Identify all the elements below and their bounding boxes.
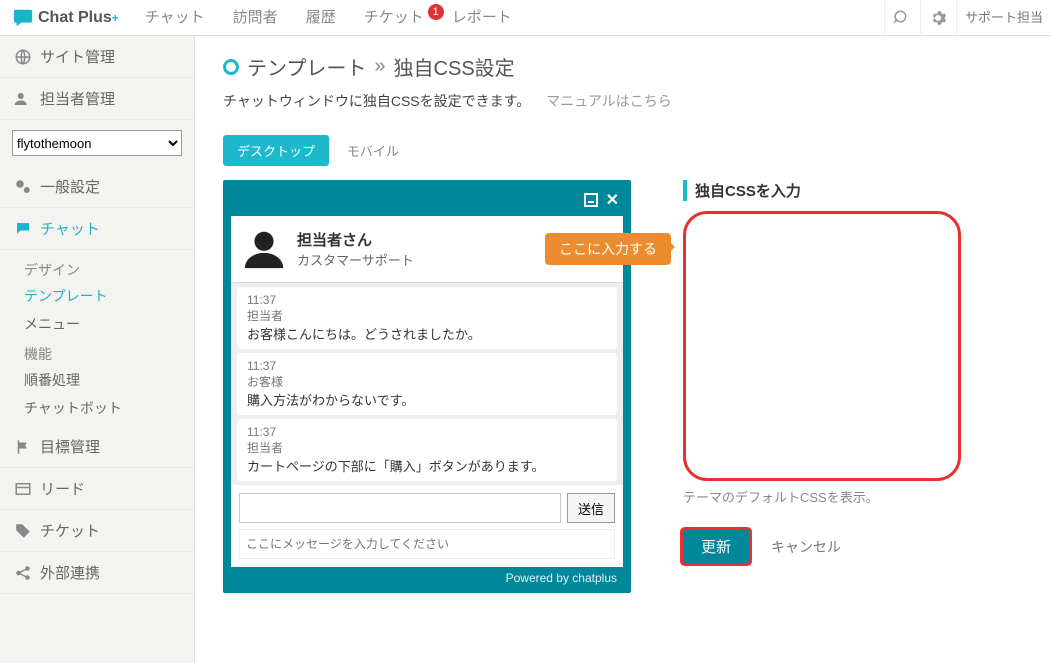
nav-report[interactable]: レポート [438,0,526,36]
sidebar-lead[interactable]: リード [0,468,194,510]
sidebar-order[interactable]: 順番処理 [24,366,194,394]
minimize-icon[interactable] [584,193,598,207]
show-default-css-link[interactable]: テーマのデフォルトCSSを表示。 [683,487,1031,506]
sidebar-ticket[interactable]: チケット [0,510,194,552]
gear-icon[interactable] [920,0,956,36]
nav-ticket[interactable]: チケット1 [350,0,438,36]
crumb-template: テンプレート [247,52,366,81]
cogs-icon [14,178,32,196]
chat-placeholder-input[interactable] [239,529,615,559]
search-icon[interactable] [884,0,920,36]
feature-header: 機能 [24,338,194,366]
nav-visitor[interactable]: 訪問者 [219,0,292,36]
page-desc: チャットウィンドウに独自CSSを設定できます。 マニュアルはこちら [223,91,1031,111]
css-textarea[interactable] [683,211,961,481]
tabs: デスクトップ モバイル [223,135,1031,166]
sidebar-chat[interactable]: チャット [0,208,194,250]
agent-role: カスタマーサポート [297,250,414,269]
editor-title: 独自CSSを入力 [683,180,1031,201]
cancel-link[interactable]: キャンセル [771,537,841,557]
editor-column: 独自CSSを入力 ここに入力する テーマのデフォルトCSSを表示。 更新 キャン… [683,180,1031,563]
users-icon [14,90,32,108]
chat-input-area: 送信 [231,485,623,567]
sidebar-template[interactable]: テンプレート [24,282,194,310]
card-icon [14,480,32,498]
chat-icon [14,220,32,238]
sidebar-site-admin[interactable]: サイト管理 [0,36,194,78]
manual-link[interactable]: マニュアルはこちら [546,93,672,109]
sidebar-staff-admin[interactable]: 担当者管理 [0,78,194,120]
content: テンプレート » 独自CSS設定 チャットウィンドウに独自CSSを設定できます。… [195,36,1051,663]
update-button[interactable]: 更新 [683,530,749,563]
support-user[interactable]: サポート担当 [956,0,1051,36]
logo-text: Chat Plus [38,9,112,27]
agent-name: 担当者さん [297,229,414,250]
top-nav: チャット 訪問者 履歴 チケット1 レポート [131,0,526,36]
tab-desktop[interactable]: デスクトップ [223,135,329,166]
chevron-right-icon: » [374,55,385,78]
tag-icon [14,522,32,540]
sidebar-external[interactable]: 外部連携 [0,552,194,594]
chat-bubble-icon [12,7,34,29]
sidebar-goal[interactable]: 目標管理 [0,426,194,468]
tab-mobile[interactable]: モバイル [333,135,413,166]
logo: Chat Plus+ [0,7,131,29]
sidebar-chatbot[interactable]: チャットボット [24,394,194,422]
chat-message: 11:37 担当者 お客様こんにちは。どうされましたか。 [237,287,617,349]
chat-message: 11:37 お客様 購入方法がわからないです。 [237,353,617,415]
send-button[interactable]: 送信 [567,493,615,523]
close-icon[interactable]: ✕ [606,190,619,210]
site-select-row: flytothemoon [0,120,194,166]
nav-chat[interactable]: チャット [131,0,219,36]
chat-text-input[interactable] [239,493,561,523]
powered-by: Powered by chatplus [231,567,623,585]
ring-icon [223,59,239,75]
chat-titlebar: ✕ [231,188,623,216]
breadcrumb: テンプレート » 独自CSS設定 [223,52,1031,81]
nav-history[interactable]: 履歴 [292,0,350,36]
avatar-icon [241,226,287,272]
crumb-css: 独自CSS設定 [394,52,515,81]
sidebar: サイト管理 担当者管理 flytothemoon 一般設定 チャット デザイン … [0,36,195,663]
globe-icon [14,48,32,66]
chat-messages: 11:37 担当者 お客様こんにちは。どうされましたか。 11:37 お客様 購… [231,282,623,485]
flag-icon [14,438,32,456]
sidebar-menu[interactable]: メニュー [24,310,194,338]
sidebar-general[interactable]: 一般設定 [0,166,194,208]
sidebar-chat-sub: デザイン テンプレート メニュー 機能 順番処理 チャットボット [0,250,194,426]
share-icon [14,564,32,582]
actions: 更新 キャンセル [683,530,1031,563]
topbar: Chat Plus+ チャット 訪問者 履歴 チケット1 レポート サポート担当 [0,0,1051,36]
input-tooltip: ここに入力する [545,233,671,265]
chat-message: 11:37 担当者 カートページの下部に「購入」ボタンがあります。 [237,419,617,481]
site-select[interactable]: flytothemoon [12,130,182,156]
design-header: デザイン [24,254,194,282]
